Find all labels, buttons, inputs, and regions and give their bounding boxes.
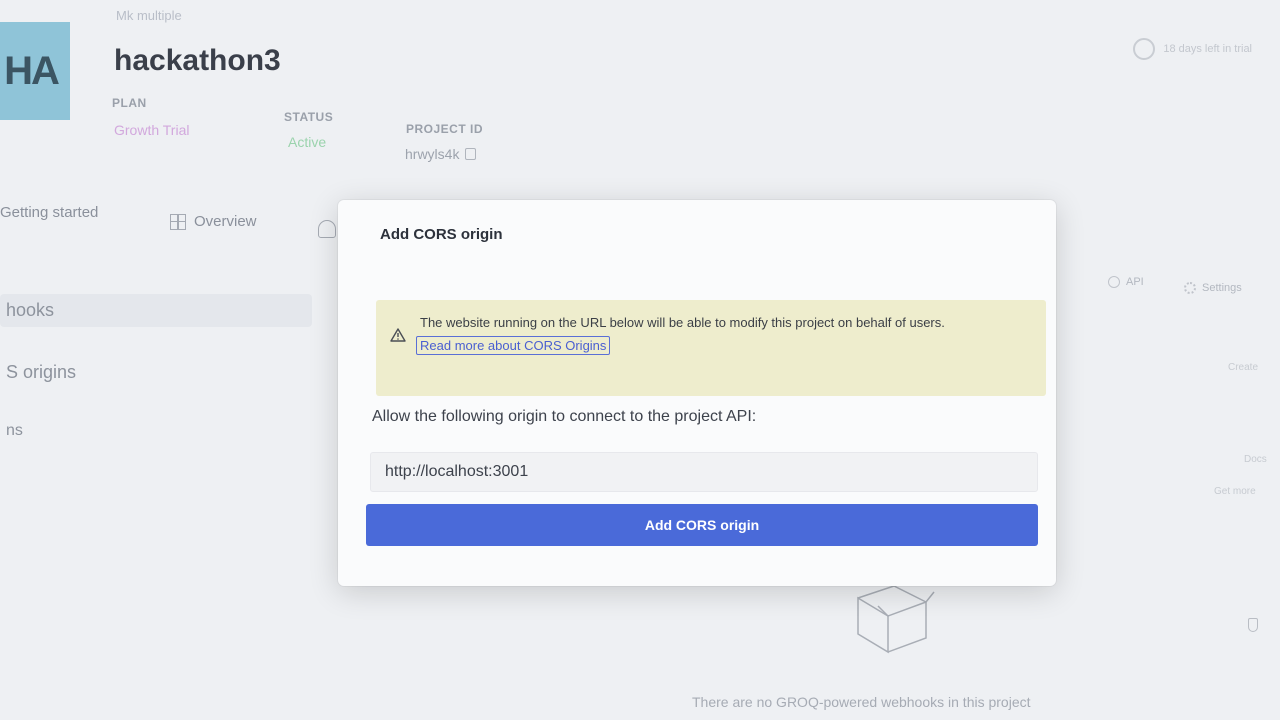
tab-getting-started[interactable]: Getting started: [0, 204, 98, 221]
tab-settings[interactable]: Settings: [1184, 282, 1242, 294]
mouse-cursor-icon: [1248, 618, 1258, 632]
project-title: hackathon3: [114, 44, 281, 77]
overview-icon: [170, 213, 186, 230]
tab-overview[interactable]: Overview: [170, 213, 257, 230]
tab-label: API: [1126, 276, 1144, 288]
sidebar-item-cors-origins[interactable]: S origins: [0, 356, 82, 389]
cors-docs-link[interactable]: Read more about CORS Origins: [416, 336, 611, 355]
trial-text: 18 days left in trial: [1163, 43, 1252, 55]
api-icon: [1108, 276, 1120, 288]
trial-indicator[interactable]: 18 days left in trial: [1133, 38, 1252, 60]
tab-label: Settings: [1202, 282, 1242, 294]
gear-icon: [1184, 282, 1196, 294]
clock-icon: [1133, 38, 1156, 60]
docs-link[interactable]: Docs: [1244, 454, 1267, 465]
copy-icon[interactable]: [465, 148, 477, 160]
dialog-title: Add CORS origin: [380, 226, 503, 243]
empty-box-illustration: [857, 586, 935, 654]
add-cors-origin-dialog: Add CORS origin The website running on t…: [338, 200, 1056, 586]
plan-badge[interactable]: Growth Trial: [114, 122, 189, 138]
project-id-value: hrwyls4k: [405, 146, 460, 162]
sidebar-item-webhooks[interactable]: hooks: [0, 294, 312, 327]
status-badge: Active: [288, 134, 327, 150]
tab-label: Overview: [194, 213, 257, 230]
create-link[interactable]: Create: [1228, 362, 1258, 373]
empty-state-text: There are no GROQ-powered webhooks in th…: [692, 694, 1031, 710]
tab-label: Getting started: [0, 204, 99, 221]
project-avatar: HA: [0, 22, 70, 120]
members-icon: [318, 220, 336, 238]
warning-text: The website running on the URL below wil…: [420, 315, 945, 330]
plan-label: PLAN: [112, 96, 147, 110]
get-more-link[interactable]: Get more: [1214, 486, 1256, 497]
status-label: STATUS: [284, 110, 334, 124]
origin-field-label: Allow the following origin to connect to…: [372, 408, 757, 425]
project-id: hrwyls4k: [405, 146, 477, 162]
add-cors-origin-button[interactable]: Add CORS origin: [366, 504, 1038, 546]
origin-url-input[interactable]: [370, 452, 1038, 492]
org-name: Mk multiple: [116, 8, 182, 23]
warning-icon: [390, 328, 406, 342]
tab-members[interactable]: [318, 220, 336, 238]
tab-api[interactable]: API: [1108, 276, 1144, 288]
sidebar-item-tokens[interactable]: ns: [0, 416, 29, 446]
warning-callout: The website running on the URL below wil…: [376, 300, 1046, 396]
project-id-label: PROJECT ID: [406, 122, 484, 136]
